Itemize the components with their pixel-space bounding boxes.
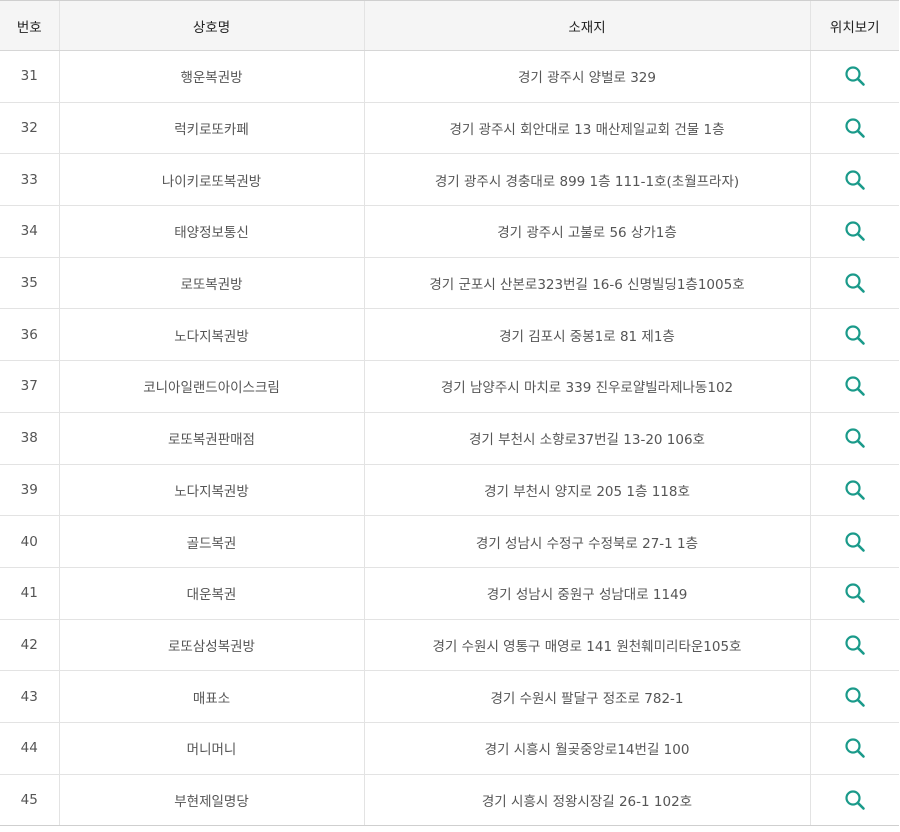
search-icon[interactable] (843, 374, 867, 398)
cell-name: 로또복권방 (58, 257, 364, 310)
cell-name: 태양정보통신 (58, 205, 364, 258)
table-row: 36 노다지복권방 경기 김포시 중봉1로 81 제1층 (0, 308, 899, 362)
header-location: 위치보기 (809, 0, 899, 51)
cell-name: 골드복권 (58, 515, 364, 568)
store-table: 번호 상호명 소재지 위치보기 31 행운복권방 경기 광주시 양벌로 329 32 럭… (0, 0, 899, 827)
search-icon[interactable] (843, 116, 867, 140)
table-row: 32 럭키로또카페 경기 광주시 회안대로 13 매산제일교회 건물 1층 (0, 102, 899, 155)
cell-number: 35 (0, 257, 59, 310)
cell-location (809, 619, 899, 672)
header-row: 번호 상호명 소재지 위치보기 (0, 0, 899, 51)
cell-number: 41 (0, 567, 59, 620)
cell-address: 경기 시흥시 월곶중앙로14번길 100 (363, 722, 810, 775)
cell-name: 로또삼성복권방 (58, 619, 364, 672)
cell-address: 경기 시흥시 정왕시장길 26-1 102호 (363, 774, 810, 827)
search-icon[interactable] (843, 478, 867, 502)
cell-address: 경기 남양주시 마치로 339 진우로얄빌라제나동102 (363, 360, 810, 413)
table-body: 31 행운복권방 경기 광주시 양벌로 329 32 럭키로또카페 경기 광주시 회안대로… (0, 50, 899, 827)
search-icon[interactable] (843, 219, 867, 243)
search-icon[interactable] (843, 581, 867, 605)
cell-number: 34 (0, 205, 59, 258)
cell-name: 코니아일랜드아이스크림 (58, 360, 364, 413)
search-icon[interactable] (843, 788, 867, 812)
cell-number: 45 (0, 774, 59, 827)
cell-number: 36 (0, 308, 59, 362)
search-icon[interactable] (843, 64, 867, 88)
cell-number: 32 (0, 102, 59, 155)
cell-location (809, 153, 899, 207)
cell-number: 42 (0, 619, 59, 672)
cell-address: 경기 성남시 수정구 수정북로 27-1 1층 (363, 515, 810, 568)
cell-location (809, 722, 899, 775)
search-icon[interactable] (843, 530, 867, 554)
table-row: 37 코니아일랜드아이스크림 경기 남양주시 마치로 339 진우로얄빌라제나동10… (0, 360, 899, 413)
cell-location (809, 360, 899, 413)
search-icon[interactable] (843, 633, 867, 657)
cell-name: 행운복권방 (58, 50, 364, 103)
header-number: 번호 (0, 0, 59, 51)
cell-address: 경기 군포시 산본로323번길 16-6 신명빌딩1층1005호 (363, 257, 810, 310)
table-row: 41 대운복권 경기 성남시 중원구 성남대로 1149 (0, 567, 899, 620)
cell-name: 럭키로또카페 (58, 102, 364, 155)
cell-name: 매표소 (58, 670, 364, 723)
table-row: 33 나이키로또복권방 경기 광주시 경충대로 899 1층 111-1호(초월프라… (0, 153, 899, 207)
cell-name: 부현제일명당 (58, 774, 364, 827)
cell-address: 경기 광주시 양벌로 329 (363, 50, 810, 103)
cell-name: 머니머니 (58, 722, 364, 775)
cell-location (809, 412, 899, 465)
cell-address: 경기 광주시 고불로 56 상가1층 (363, 205, 810, 258)
cell-number: 40 (0, 515, 59, 568)
header-address: 소재지 (363, 0, 810, 51)
table-row: 44 머니머니 경기 시흥시 월곶중앙로14번길 100 (0, 722, 899, 775)
cell-location (809, 464, 899, 517)
cell-location (809, 774, 899, 827)
search-icon[interactable] (843, 271, 867, 295)
cell-name: 노다지복권방 (58, 464, 364, 517)
cell-location (809, 205, 899, 258)
cell-number: 43 (0, 670, 59, 723)
cell-location (809, 257, 899, 310)
cell-location (809, 50, 899, 103)
table-row: 40 골드복권 경기 성남시 수정구 수정북로 27-1 1층 (0, 515, 899, 568)
cell-address: 경기 부천시 소향로37번길 13-20 106호 (363, 412, 810, 465)
cell-number: 38 (0, 412, 59, 465)
table-row: 42 로또삼성복권방 경기 수원시 영통구 매영로 141 원천훼미리타운105호 (0, 619, 899, 672)
cell-name: 로또복권판매점 (58, 412, 364, 465)
cell-name: 대운복권 (58, 567, 364, 620)
search-icon[interactable] (843, 323, 867, 347)
cell-address: 경기 광주시 경충대로 899 1층 111-1호(초월프라자) (363, 153, 810, 207)
cell-location (809, 308, 899, 362)
table-row: 35 로또복권방 경기 군포시 산본로323번길 16-6 신명빌딩1층1005호 (0, 257, 899, 310)
table-row: 39 노다지복권방 경기 부천시 양지로 205 1층 118호 (0, 464, 899, 517)
cell-number: 31 (0, 50, 59, 103)
search-icon[interactable] (843, 736, 867, 760)
search-icon[interactable] (843, 685, 867, 709)
cell-address: 경기 광주시 회안대로 13 매산제일교회 건물 1층 (363, 102, 810, 155)
table-header: 번호 상호명 소재지 위치보기 (0, 0, 899, 51)
table-row: 43 매표소 경기 수원시 팔달구 정조로 782-1 (0, 670, 899, 723)
search-icon[interactable] (843, 426, 867, 450)
cell-address: 경기 수원시 영통구 매영로 141 원천훼미리타운105호 (363, 619, 810, 672)
cell-address: 경기 김포시 중봉1로 81 제1층 (363, 308, 810, 362)
cell-address: 경기 부천시 양지로 205 1층 118호 (363, 464, 810, 517)
table-row: 31 행운복권방 경기 광주시 양벌로 329 (0, 50, 899, 103)
cell-number: 33 (0, 153, 59, 207)
cell-location (809, 515, 899, 568)
table-row: 34 태양정보통신 경기 광주시 고불로 56 상가1층 (0, 205, 899, 258)
cell-location (809, 567, 899, 620)
header-name: 상호명 (58, 0, 364, 51)
cell-address: 경기 성남시 중원구 성남대로 1149 (363, 567, 810, 620)
cell-name: 나이키로또복권방 (58, 153, 364, 207)
cell-location (809, 670, 899, 723)
search-icon[interactable] (843, 168, 867, 192)
cell-number: 37 (0, 360, 59, 413)
cell-address: 경기 수원시 팔달구 정조로 782-1 (363, 670, 810, 723)
cell-number: 44 (0, 722, 59, 775)
table-row: 38 로또복권판매점 경기 부천시 소향로37번길 13-20 106호 (0, 412, 899, 465)
cell-number: 39 (0, 464, 59, 517)
cell-location (809, 102, 899, 155)
table-row: 45 부현제일명당 경기 시흥시 정왕시장길 26-1 102호 (0, 774, 899, 827)
cell-name: 노다지복권방 (58, 308, 364, 362)
